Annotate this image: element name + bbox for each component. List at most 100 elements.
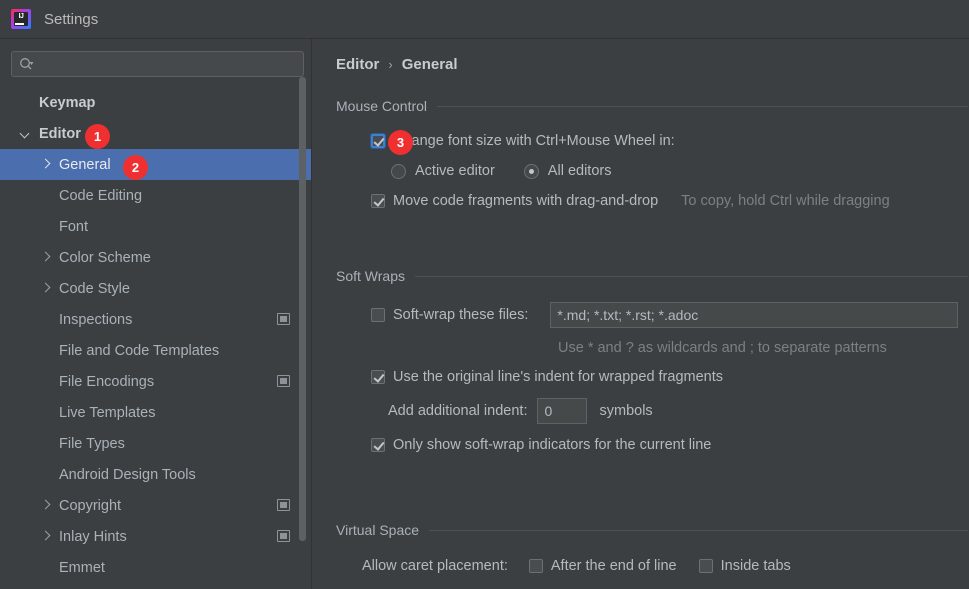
sidebar-item-color-scheme[interactable]: Color Scheme [0, 242, 311, 273]
section-mouse-control: Mouse Control Change font size with Ctrl… [336, 97, 969, 209]
sidebar-item-code-style[interactable]: Code Style [0, 273, 311, 304]
drag-and-drop-hint: To copy, hold Ctrl while dragging [681, 193, 890, 209]
sidebar-scrollbar-thumb[interactable] [299, 77, 306, 541]
additional-indent-row[interactable]: Add additional indent: 0 symbols [388, 398, 969, 424]
breadcrumb-leaf: General [401, 56, 458, 73]
annotation-badge-1: 1 [85, 124, 110, 149]
search-field-wrapper[interactable] [11, 51, 304, 77]
sidebar-item-editor[interactable]: Editor [0, 118, 311, 149]
chevron-right-icon[interactable] [40, 531, 51, 542]
annotation-badge-2: 2 [123, 155, 148, 180]
logo-bar [15, 23, 24, 25]
soft-wrap-files-label: Soft-wrap these files: [393, 307, 529, 323]
drag-and-drop-row[interactable]: Move code fragments with drag-and-drop T… [371, 193, 969, 209]
after-end-of-line-label: After the end of line [550, 558, 677, 574]
sidebar-item-label: General [59, 156, 111, 173]
inside-tabs-label: Inside tabs [720, 558, 791, 574]
original-indent-row[interactable]: Use the original line's indent for wrapp… [371, 369, 969, 385]
wildcard-hint: Use * and ? as wildcards and ; to separa… [558, 340, 887, 356]
section-rule [437, 105, 968, 107]
sidebar-item-android-design-tools[interactable]: Android Design Tools [0, 459, 311, 490]
soft-wrap-files-row[interactable]: Soft-wrap these files: *.md; *.txt; *.rs… [371, 302, 969, 328]
sidebar-item-label: Keymap [39, 94, 96, 111]
chevron-right-icon[interactable] [40, 159, 51, 170]
change-font-size-checkbox[interactable] [371, 134, 385, 148]
sidebar-item-label: Inlay Hints [59, 528, 127, 545]
softwrap-indicators-label: Only show soft-wrap indicators for the c… [393, 437, 712, 453]
chevron-right-icon[interactable] [40, 252, 51, 263]
project-scope-icon [277, 313, 290, 325]
font-size-scope-radio-group[interactable]: Active editor All editors [391, 163, 969, 179]
sidebar-item-inspections[interactable]: Inspections [0, 304, 311, 335]
sidebar-item-general[interactable]: General [0, 149, 311, 180]
additional-indent-label: Add additional indent: [388, 403, 528, 419]
section-label: Soft Wraps [336, 268, 405, 284]
caret-placement-label: Allow caret placement: [362, 558, 508, 574]
section-title-virtual-space: Virtual Space [336, 521, 969, 539]
sidebar-item-label: Inspections [59, 311, 133, 328]
breadcrumb-root[interactable]: Editor [336, 56, 379, 73]
annotation-badge-3: 3 [388, 130, 413, 155]
sidebar-item-file-types[interactable]: File Types [0, 428, 311, 459]
sidebar-item-label: Code Editing [59, 187, 143, 204]
breadcrumb: Editor › General [336, 56, 458, 73]
sidebar-item-label: Emmet [59, 559, 105, 576]
section-rule [415, 275, 968, 277]
sidebar-item-emmet[interactable]: Emmet [0, 552, 311, 583]
chevron-down-icon[interactable] [20, 128, 31, 139]
chevron-right-icon[interactable] [40, 500, 51, 511]
sidebar-item-label: Color Scheme [59, 249, 151, 266]
intellij-idea-logo-icon: IJ [11, 9, 31, 29]
project-scope-icon [277, 499, 290, 511]
search-icon [19, 57, 35, 71]
inside-tabs-checkbox[interactable] [698, 559, 713, 573]
sidebar-item-copyright[interactable]: Copyright [0, 490, 311, 521]
softwrap-indicators-checkbox[interactable] [371, 438, 385, 452]
sidebar-item-label: File and Code Templates [59, 342, 220, 359]
section-label: Mouse Control [336, 98, 428, 114]
radio-active-editor-label: Active editor [415, 163, 495, 179]
soft-wrap-files-checkbox[interactable] [371, 308, 385, 322]
drag-and-drop-checkbox[interactable] [371, 194, 385, 208]
sidebar-item-keymap[interactable]: Keymap [0, 87, 311, 118]
search-input[interactable] [11, 51, 304, 77]
sidebar-item-file-and-code-templates[interactable]: File and Code Templates [0, 335, 311, 366]
radio-active-editor[interactable] [391, 163, 406, 179]
additional-indent-unit: symbols [599, 403, 653, 419]
sidebar-scrollbar-track[interactable] [299, 39, 306, 541]
sidebar-item-live-templates[interactable]: Live Templates [0, 397, 311, 428]
section-title-mouse-control: Mouse Control [336, 97, 969, 115]
sidebar-item-label: Live Templates [59, 404, 156, 421]
window-title: Settings [44, 10, 99, 28]
window-titlebar: IJ Settings [0, 0, 969, 39]
project-scope-icon [277, 375, 290, 387]
sidebar-item-file-encodings[interactable]: File Encodings [0, 366, 311, 397]
sidebar-item-label: File Types [59, 435, 125, 452]
section-rule [429, 529, 968, 531]
sidebar-item-label: Android Design Tools [59, 466, 196, 483]
caret-placement-row[interactable]: Allow caret placement: After the end of … [362, 558, 969, 574]
chevron-right-icon[interactable] [40, 283, 51, 294]
sidebar-item-font[interactable]: Font [0, 211, 311, 242]
softwrap-indicators-row[interactable]: Only show soft-wrap indicators for the c… [371, 437, 969, 453]
change-font-size-label: Change font size with Ctrl+Mouse Wheel i… [393, 133, 675, 149]
sidebar-item-code-editing[interactable]: Code Editing [0, 180, 311, 211]
radio-all-editors-label: All editors [547, 163, 612, 179]
additional-indent-input[interactable]: 0 [537, 398, 588, 424]
sidebar-item-inlay-hints[interactable]: Inlay Hints [0, 521, 311, 552]
soft-wrap-files-input[interactable]: *.md; *.txt; *.rst; *.adoc [550, 302, 959, 328]
settings-tree[interactable]: Keymap Editor General Code Editing Font Color… [0, 87, 311, 589]
after-end-of-line-checkbox[interactable] [528, 559, 543, 573]
change-font-size-row[interactable]: Change font size with Ctrl+Mouse Wheel i… [371, 133, 969, 149]
radio-all-editors[interactable] [523, 163, 539, 179]
original-indent-checkbox[interactable] [371, 370, 385, 384]
settings-main-panel: Editor › General Mouse Control Change fo… [312, 39, 969, 589]
section-title-soft-wraps: Soft Wraps [336, 267, 969, 285]
